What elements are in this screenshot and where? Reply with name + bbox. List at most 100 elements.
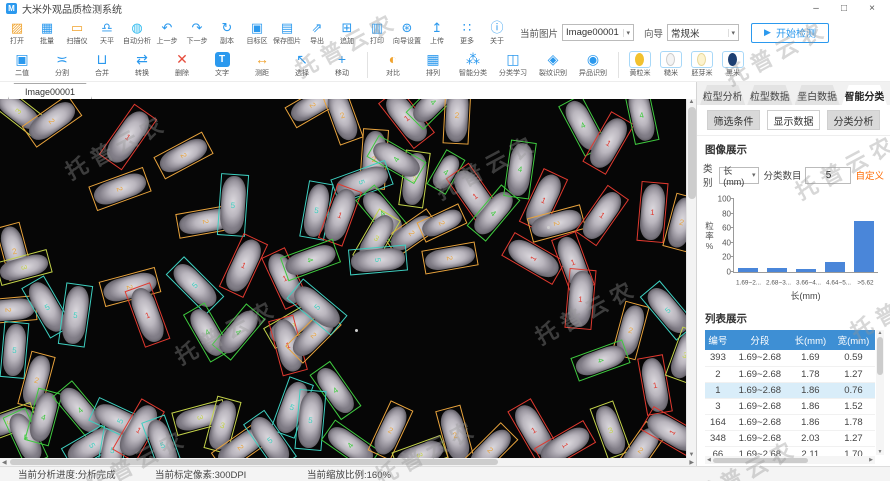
toolbar-button-移动[interactable]: +移动 [322, 52, 362, 78]
toolbar-button-黑米[interactable]: 黑米 [717, 52, 748, 78]
canvas-horizontal-scrollbar[interactable]: ◀ ▶ [0, 458, 696, 466]
toolbar-button-下一步[interactable]: ↷下一步 [182, 20, 212, 46]
class-count-input[interactable] [805, 167, 851, 184]
play-icon: ▶ [764, 27, 771, 38]
scroll-left-arrow-icon[interactable]: ◀ [2, 459, 7, 466]
scroll-right-arrow-icon[interactable]: ▶ [869, 457, 873, 463]
chevron-down-icon: ▾ [728, 29, 736, 37]
toolbar-button-打开[interactable]: ▨打开 [2, 20, 32, 46]
panel-button-筛选条件[interactable]: 筛选条件 [707, 110, 760, 130]
vertical-scroll-thumb[interactable] [877, 337, 883, 375]
toolbar-button-label: 排列 [426, 68, 440, 77]
toolbar-button-糙米[interactable]: 糙米 [655, 52, 686, 78]
horizontal-scroll-thumb[interactable] [713, 458, 808, 463]
table-row[interactable]: 11.69~2.681.860.76 [705, 382, 875, 398]
grain-bounding-box-class-5: 5 [0, 321, 29, 379]
toolbar-button-上一步[interactable]: ↶上一步 [152, 20, 182, 46]
toolbar-button-追加[interactable]: ⊞追加 [332, 20, 362, 46]
x-tick-label: 1.69~2... [736, 279, 760, 286]
y-tick-label: 20 [722, 253, 734, 262]
table-vertical-scrollbar[interactable]: ▲ ▼ [876, 330, 884, 455]
table-header-cell[interactable]: 编号 [705, 330, 731, 350]
start-detection-button[interactable]: ▶ 开始检测 [751, 23, 829, 43]
table-header-cell[interactable]: 分段 [731, 330, 789, 350]
table-cell: 1.69~2.68 [731, 382, 789, 398]
grain-bounding-box-class-5: 5 [217, 173, 249, 237]
table-horizontal-scrollbar[interactable]: ◀ ▶ [705, 456, 875, 464]
grain-bounding-box-class-5: 5 [348, 245, 408, 276]
toolbar-button-二值[interactable]: ▣二值 [2, 52, 42, 78]
wizard-settings-gear-icon: ⊛ [402, 20, 413, 36]
table-row[interactable]: 1641.69~2.681.861.78 [705, 414, 875, 430]
scroll-left-arrow-icon[interactable]: ◀ [707, 457, 711, 463]
toolbar-button-分类学习[interactable]: ◫分类学习 [493, 52, 533, 78]
toolbar-button-向导设置[interactable]: ⊛向导设置 [392, 20, 422, 46]
grain-bounding-box-class-1: 1 [636, 181, 668, 243]
toolbar-button-label: 对比 [386, 68, 400, 77]
toolbar-button-对比[interactable]: ◐对比 [373, 52, 413, 78]
toolbar-button-label: 天平 [100, 36, 114, 45]
toolbar-button-分割[interactable]: ≍分割 [42, 52, 82, 78]
panel-button-显示数据[interactable]: 显示数据 [767, 110, 820, 130]
table-cell: 0.76 [832, 382, 875, 398]
table-cell: 1.69~2.68 [731, 398, 789, 414]
rice-image-canvas[interactable]: 3212225222314244144124141215514232232555… [0, 99, 686, 458]
toolbar-button-批量[interactable]: ▦批量 [32, 20, 62, 46]
toolbar-button-转换[interactable]: ⇄转换 [122, 52, 162, 78]
toolbar-button-胚芽米[interactable]: 胚芽米 [686, 52, 717, 78]
toolbar-button-上传[interactable]: ↥上传 [422, 20, 452, 46]
table-row[interactable]: 3931.69~2.681.690.59 [705, 350, 875, 366]
toolbar-button-测距[interactable]: ↔测距 [242, 52, 282, 78]
toolbar-button-保存图片[interactable]: ▤保存图片 [272, 20, 302, 46]
horizontal-scroll-thumb[interactable] [10, 459, 498, 465]
scroll-up-arrow-icon[interactable]: ▲ [689, 99, 695, 105]
canvas-vertical-scrollbar[interactable]: ▲ ▼ [686, 99, 696, 458]
toolbar-button-选择[interactable]: ↖选择 [282, 52, 322, 78]
toolbar-button-删除[interactable]: ✕删除 [162, 52, 202, 78]
panel-tab-垩白数据[interactable]: 垩白数据 [795, 85, 840, 105]
toolbar-button-副本[interactable]: ↻副本 [212, 20, 242, 46]
toolbar-button-扫描仪[interactable]: ▭扫描仪 [62, 20, 92, 46]
toolbar-button-异品识别[interactable]: ◉异品识别 [573, 52, 613, 78]
toolbar-button-目标区[interactable]: ▣目标区 [242, 20, 272, 46]
toolbar-button-裂纹识别[interactable]: ◈裂纹识别 [533, 52, 573, 78]
minimize-button[interactable]: – [810, 3, 822, 14]
panel-tab-智能分类[interactable]: 智能分类 [842, 85, 887, 105]
table-header-cell[interactable]: 长(mm) [789, 330, 832, 350]
scroll-right-arrow-icon[interactable]: ▶ [689, 459, 694, 466]
batch-icon: ▦ [41, 20, 53, 36]
toolbar-button-更多[interactable]: ∷更多 [452, 20, 482, 46]
black-rice-icon [722, 52, 744, 68]
toolbar-button-文字[interactable]: T文字 [202, 52, 242, 78]
panel-button-分类分析[interactable]: 分类分析 [827, 110, 880, 130]
status-calibration: 当前标定像素:300DPI [155, 467, 307, 481]
vertical-scroll-thumb[interactable] [688, 107, 696, 199]
close-button[interactable]: × [866, 3, 878, 14]
category-select[interactable]: 长(mm) ▾ [719, 167, 759, 184]
toolbar-button-黄粒米[interactable]: 黄粒米 [624, 52, 655, 78]
toolbar-button-导出[interactable]: ⇗导出 [302, 20, 332, 46]
wizard-select[interactable]: 常规米 ▾ [667, 24, 739, 41]
debris-dot [355, 329, 358, 332]
toolbar-button-label: 打印 [370, 36, 384, 45]
custom-link[interactable]: 自定义 [855, 168, 884, 182]
table-row[interactable]: 21.69~2.681.781.27 [705, 366, 875, 382]
maximize-button[interactable]: □ [838, 3, 850, 14]
table-row[interactable]: 3481.69~2.682.031.27 [705, 430, 875, 446]
toolbar-button-打印[interactable]: ▥打印 [362, 20, 392, 46]
current-image-select[interactable]: Image00001 ▾ [562, 24, 634, 41]
toolbar-button-关于[interactable]: ⓘ关于 [482, 20, 512, 46]
panel-tab-粒型数据[interactable]: 粒型数据 [747, 85, 792, 105]
toolbar-button-智能分类[interactable]: ⁂智能分类 [453, 52, 493, 78]
scroll-up-arrow-icon[interactable]: ▲ [878, 330, 883, 336]
table-row[interactable]: 31.69~2.681.861.52 [705, 398, 875, 414]
image-tab[interactable]: Image00001 [8, 83, 92, 99]
toolbar-button-排列[interactable]: ▦排列 [413, 52, 453, 78]
toolbar-button-自动分析[interactable]: ◍自动分析 [122, 20, 152, 46]
table-header-cell[interactable]: 宽(mm) [832, 330, 875, 350]
scroll-down-arrow-icon[interactable]: ▼ [878, 449, 883, 455]
chart-plot-area: 020406080100 [733, 199, 878, 273]
toolbar-button-合并[interactable]: ⊔合并 [82, 52, 122, 78]
toolbar-button-天平[interactable]: ♎天平 [92, 20, 122, 46]
panel-tab-粒型分析[interactable]: 粒型分析 [700, 85, 745, 105]
